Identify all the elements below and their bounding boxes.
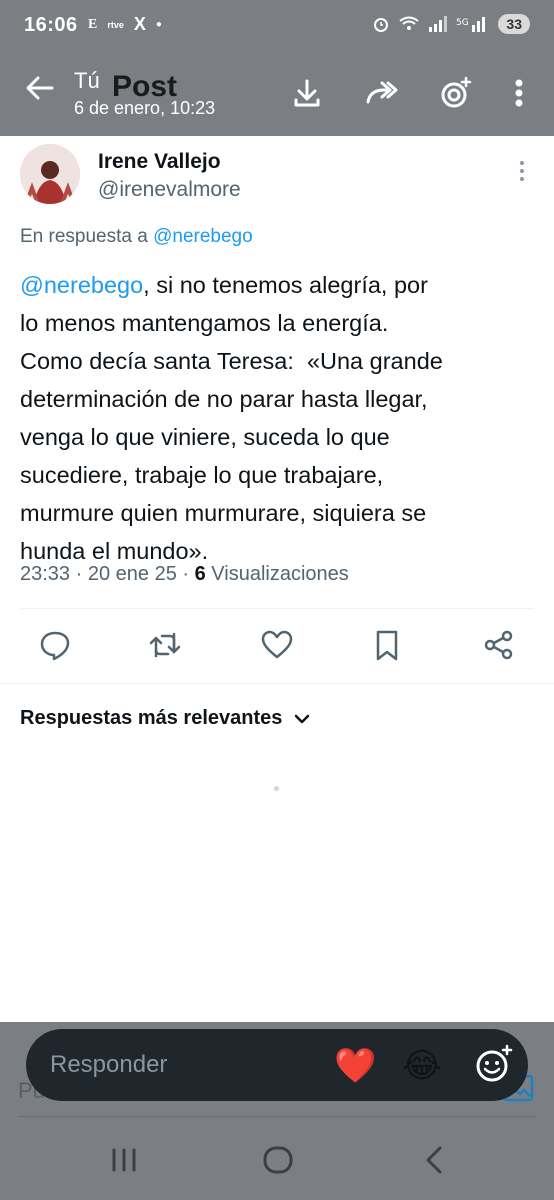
back-arrow-icon[interactable]: [22, 70, 58, 106]
5g-signal-icon: 5G: [456, 17, 486, 32]
heart-emoji-button[interactable]: ❤️: [334, 1046, 376, 1086]
reply-input[interactable]: Responder: [50, 1051, 167, 1079]
divider: [0, 683, 554, 684]
divider: [20, 608, 534, 609]
body-mention-link[interactable]: @nerebego: [20, 272, 143, 298]
reply-prefix: En respuesta a: [20, 226, 154, 247]
system-icons: 5G 33: [372, 14, 530, 34]
status-bar: 16:06 E rtve X ● 5G 33: [0, 0, 554, 52]
wifi-icon: [399, 16, 420, 30]
tweet-actions: [0, 628, 554, 668]
more-options-icon[interactable]: [516, 158, 528, 188]
retweet-icon[interactable]: [148, 628, 182, 662]
dot-icon: ●: [155, 19, 162, 30]
lens-add-icon[interactable]: [438, 76, 472, 110]
signal-icon: [429, 16, 448, 32]
loading-indicator: [274, 786, 279, 791]
chevron-down-icon: [295, 714, 310, 723]
svg-text:5G: 5G: [456, 18, 469, 28]
alarm-icon: [374, 18, 389, 32]
divider: [18, 1116, 536, 1117]
app-x-icon: X: [133, 14, 146, 34]
avatar[interactable]: [20, 144, 80, 204]
replies-sort-selector[interactable]: Respuestas más relevantes: [20, 707, 310, 730]
tweet-date: 20 ene 25: [87, 563, 177, 585]
author-name[interactable]: Irene Vallejo: [98, 150, 221, 174]
forward-icon[interactable]: [364, 76, 398, 110]
notification-date: 6 de enero, 10:23: [74, 98, 216, 118]
home-icon[interactable]: [258, 1140, 298, 1180]
tweet-text: , si no tenemos alegría, por lo menos ma…: [20, 272, 443, 564]
reply-icon[interactable]: [38, 628, 72, 662]
reply-context: En respuesta a @nerebego: [20, 226, 253, 248]
download-icon[interactable]: [290, 76, 324, 110]
overflow-menu-icon[interactable]: [504, 76, 534, 110]
notification-sender: Tú: [74, 68, 100, 93]
notification-icons: E rtve X ●: [88, 14, 162, 35]
recent-apps-icon[interactable]: [104, 1140, 144, 1180]
app-rtve-icon: rtve: [107, 19, 124, 30]
avatar-photo-icon: [20, 144, 80, 204]
like-icon[interactable]: [260, 628, 294, 662]
author-handle[interactable]: @irenevalmore: [98, 178, 241, 202]
status-time: 16:06: [24, 14, 78, 36]
views-count: 6: [194, 563, 206, 585]
views-label[interactable]: Visualizaciones: [211, 563, 349, 585]
reply-mention-link[interactable]: @nerebego: [153, 226, 253, 247]
sort-label: Respuestas más relevantes: [20, 707, 283, 729]
emoji-add-icon[interactable]: [474, 1044, 514, 1084]
tweet-meta: 23:33 · 20 ene 25 · 6 Visualizaciones: [20, 563, 349, 585]
share-icon[interactable]: [482, 628, 516, 662]
battery-indicator: 33: [498, 14, 530, 34]
bookmark-icon[interactable]: [370, 628, 404, 662]
laughing-emoji-button[interactable]: 😂: [402, 1046, 442, 1086]
post-header: Tú Post 6 de enero, 10:23: [0, 52, 554, 136]
back-icon[interactable]: [414, 1140, 454, 1180]
tweet-body: @nerebego, si no tenemos alegría, por lo…: [20, 266, 536, 570]
tweet-time: 23:33: [20, 563, 71, 585]
app-e-icon: E: [88, 16, 98, 32]
